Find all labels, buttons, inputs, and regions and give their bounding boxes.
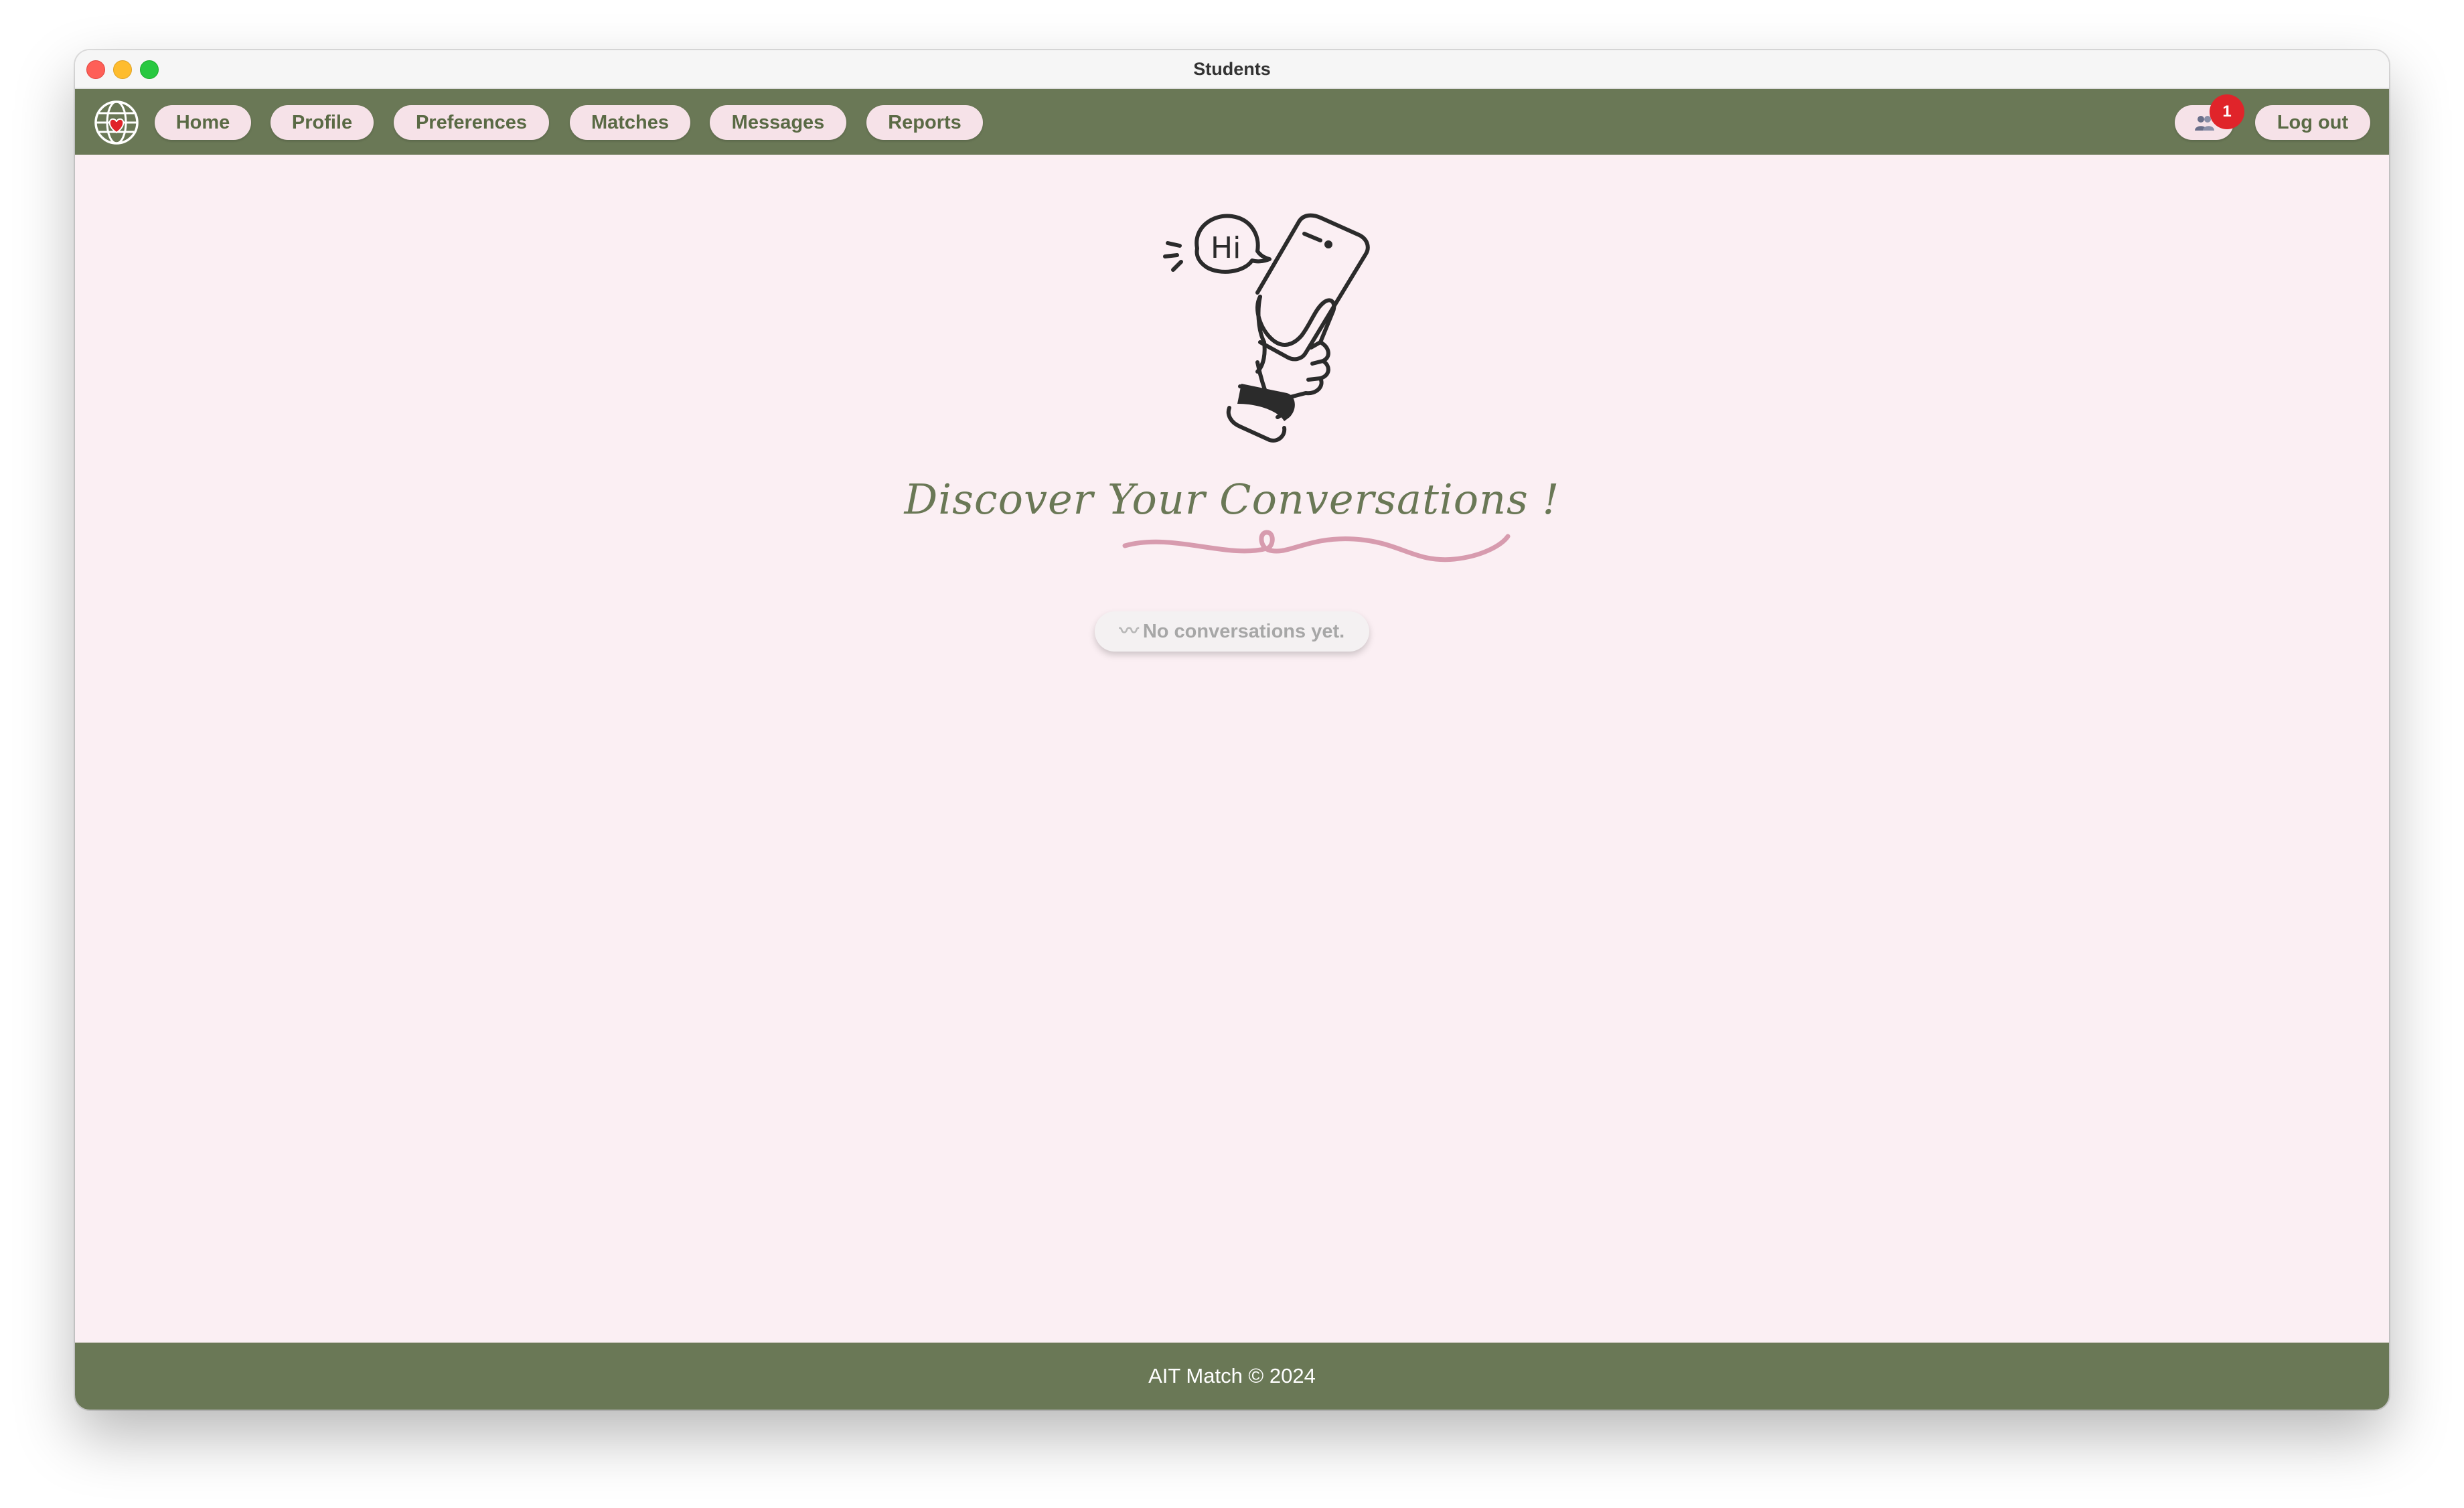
page-heading: Discover Your Conversations !: [904, 475, 1560, 524]
app-window: Students Home Profile Preferences Matche…: [75, 50, 2389, 1410]
decorative-squiggle: [1122, 530, 1511, 562]
nav-matches-button[interactable]: Matches: [570, 105, 690, 140]
wave-icon: 〰: [1119, 621, 1139, 642]
nav-profile-button[interactable]: Profile: [271, 105, 374, 140]
notification-badge: 1: [2210, 94, 2244, 129]
phone-hand-illustration: Hi: [1163, 213, 1370, 443]
footer: AIT Match © 2024: [75, 1343, 2389, 1410]
title-bar: Students: [75, 50, 2389, 89]
nav-messages-button[interactable]: Messages: [710, 105, 846, 140]
hi-bubble-text: Hi: [1211, 231, 1241, 265]
window-title: Students: [1193, 59, 1271, 79]
globe-heart-icon[interactable]: [93, 99, 140, 146]
no-conversations-badge: 〰 No conversations yet.: [1095, 611, 1369, 652]
no-conversations-text: No conversations yet.: [1142, 621, 1345, 642]
nav-home-button[interactable]: Home: [155, 105, 251, 140]
main-content: Hi Discover Your Conversations ! 〰 No con…: [75, 155, 2389, 1343]
top-navigation-bar: Home Profile Preferences Matches Message…: [75, 89, 2389, 155]
nav-reports-button[interactable]: Reports: [866, 105, 983, 140]
footer-copyright: AIT Match © 2024: [1148, 1364, 1316, 1387]
nav-preferences-button[interactable]: Preferences: [394, 105, 549, 140]
logout-button[interactable]: Log out: [2255, 105, 2370, 140]
